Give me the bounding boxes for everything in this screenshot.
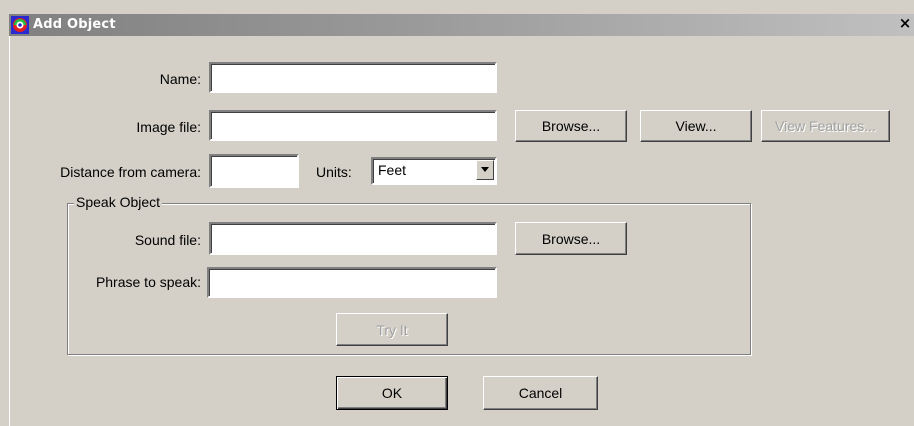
- add-object-dialog: Add Object × Name: Image file: Browse...…: [0, 0, 914, 426]
- try-it-button[interactable]: Try It: [336, 313, 448, 346]
- browse-sound-button[interactable]: Browse...: [515, 222, 627, 255]
- chevron-down-icon: [481, 167, 489, 172]
- units-selected-value: Feet: [378, 162, 407, 178]
- cancel-button[interactable]: Cancel: [483, 376, 598, 410]
- app-logo-icon: [11, 16, 29, 34]
- phrase-input[interactable]: [207, 267, 497, 298]
- ok-button[interactable]: OK: [336, 376, 448, 410]
- units-label: Units:: [316, 164, 352, 180]
- view-features-button[interactable]: View Features...: [761, 110, 890, 142]
- close-icon: ×: [898, 14, 912, 32]
- close-button[interactable]: ×: [896, 15, 914, 33]
- browse-image-button[interactable]: Browse...: [515, 110, 627, 142]
- units-dropdown[interactable]: Feet: [371, 157, 497, 185]
- view-button[interactable]: View...: [640, 110, 752, 142]
- speak-object-group-title: Speak Object: [74, 194, 163, 210]
- image-file-label: Image file:: [136, 119, 201, 135]
- sound-file-input[interactable]: [209, 222, 497, 255]
- name-input[interactable]: [209, 62, 497, 93]
- title-bar[interactable]: Add Object ×: [9, 14, 914, 36]
- window-title: Add Object: [33, 17, 116, 32]
- image-file-input[interactable]: [209, 110, 497, 141]
- units-dropdown-button[interactable]: [476, 160, 494, 180]
- sound-file-label: Sound file:: [134, 232, 201, 248]
- distance-label: Distance from camera:: [60, 164, 201, 180]
- distance-input[interactable]: [209, 154, 299, 188]
- phrase-label: Phrase to speak:: [95, 274, 201, 290]
- window-edge: [9, 36, 10, 426]
- name-label: Name:: [159, 71, 201, 87]
